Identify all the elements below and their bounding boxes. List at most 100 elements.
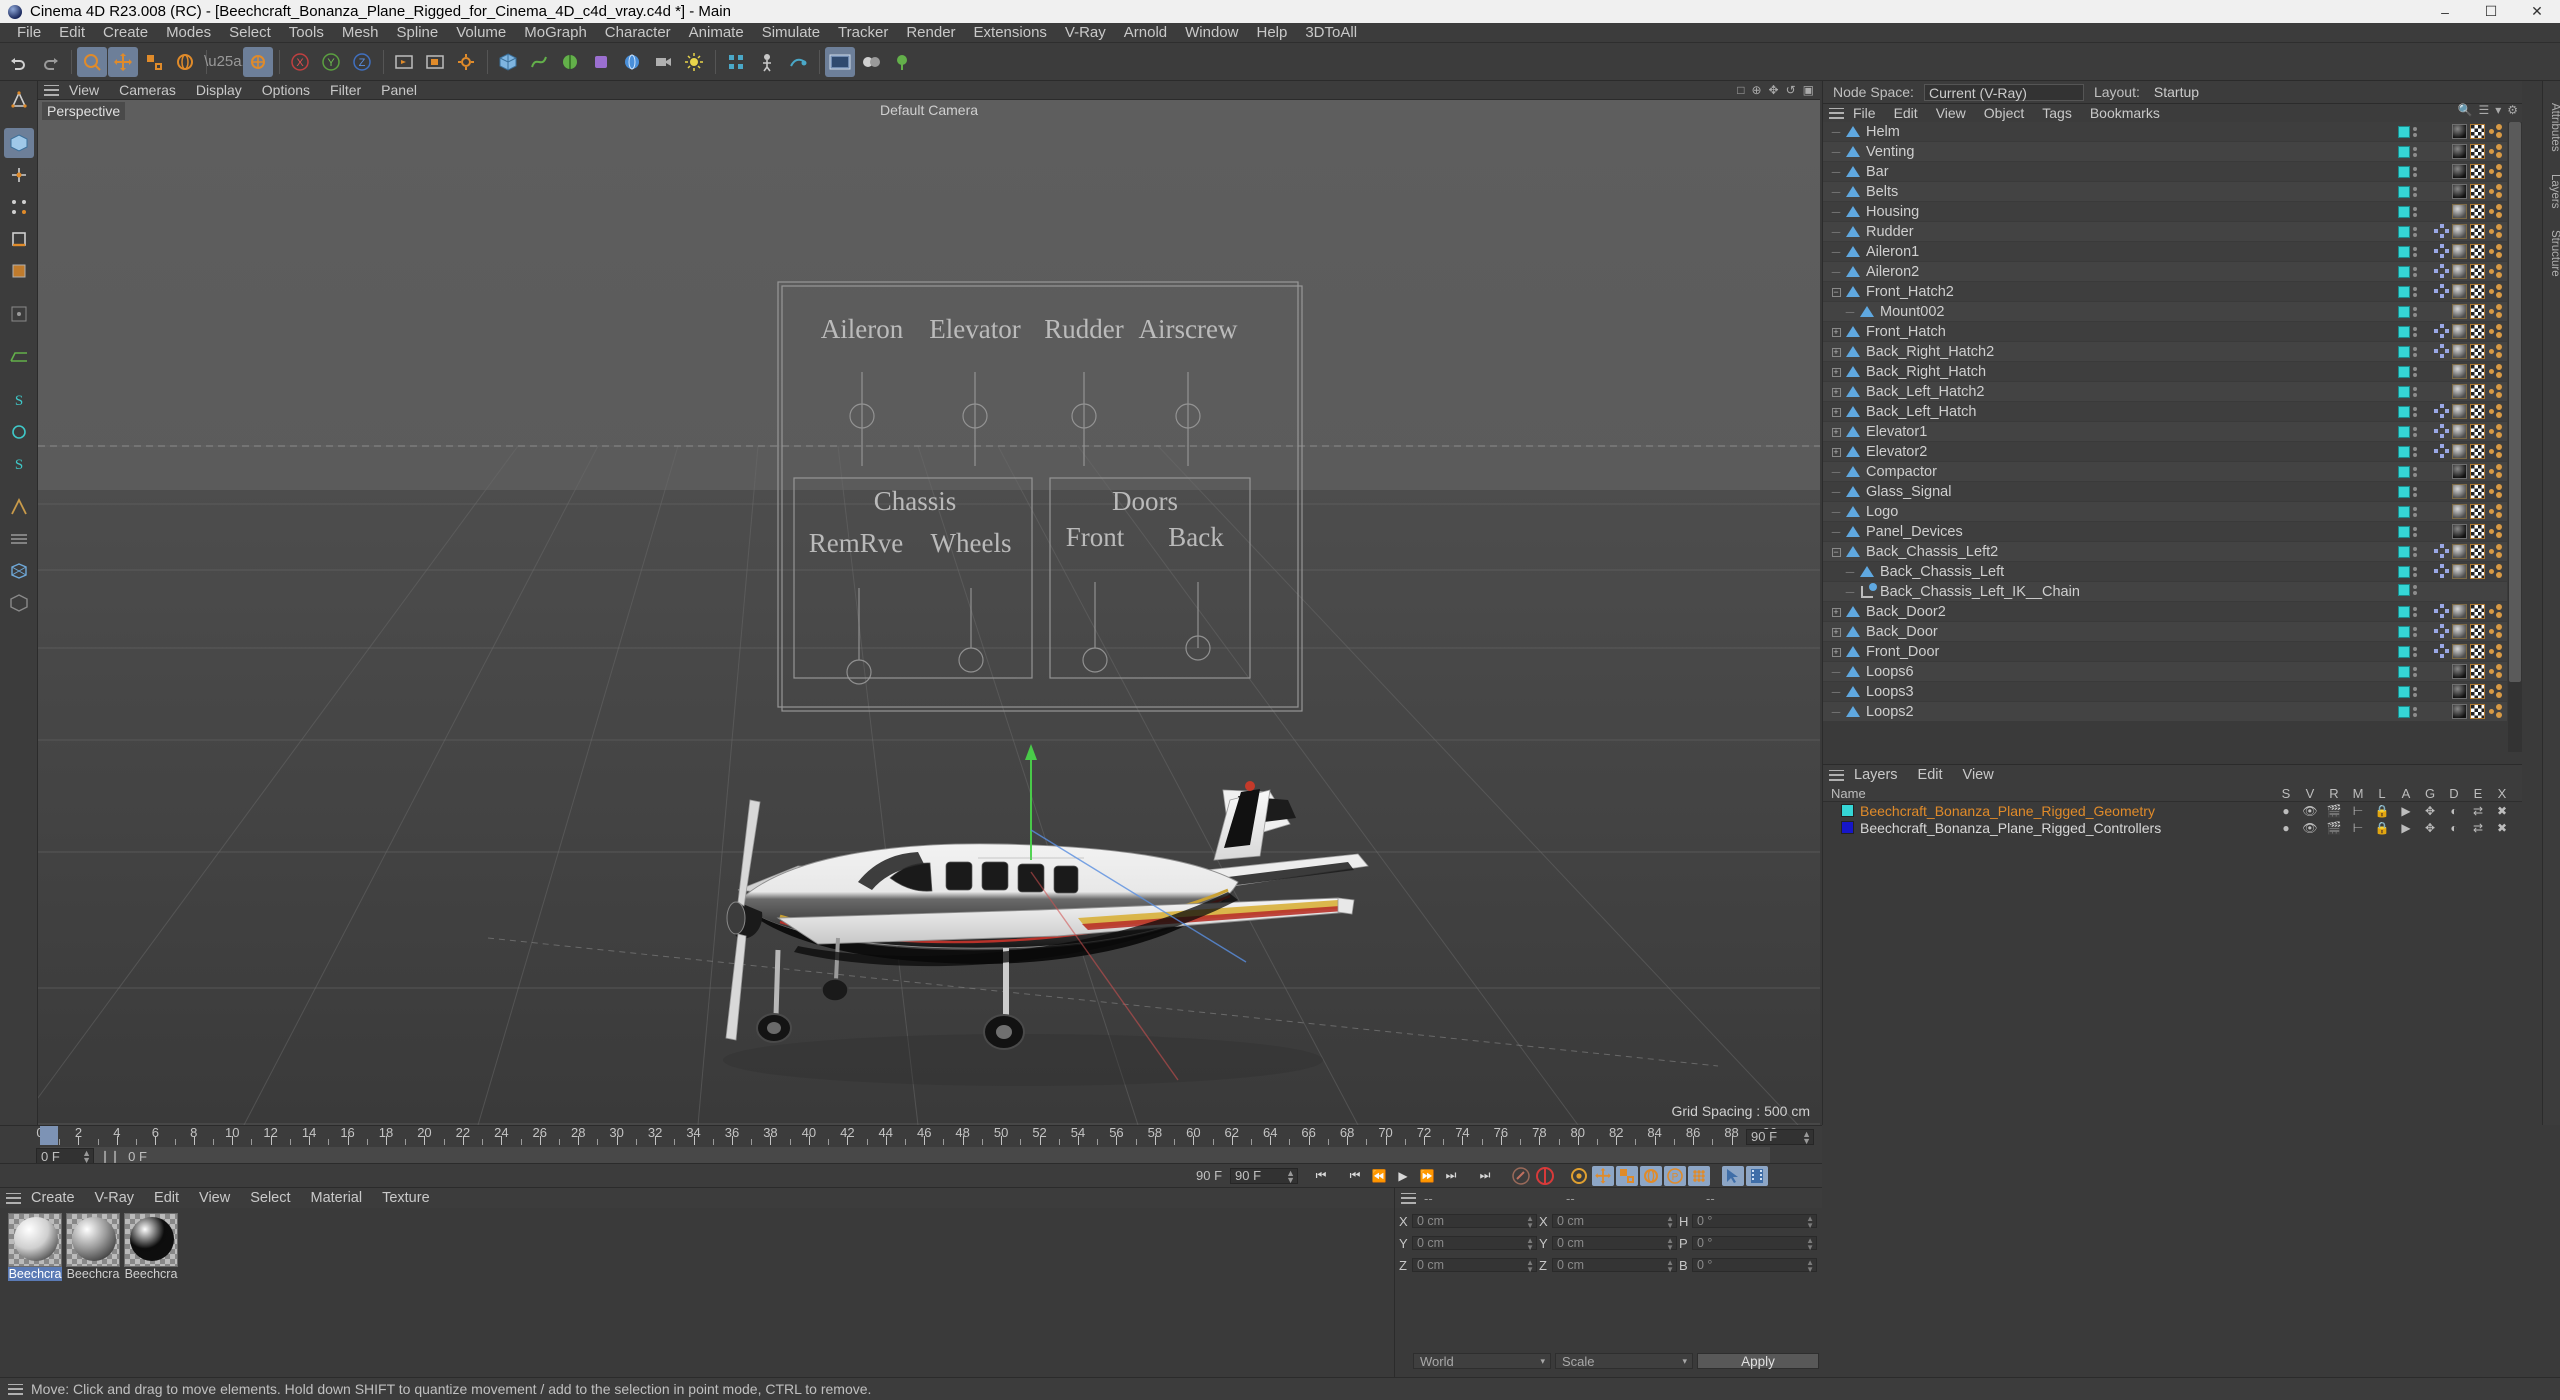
layer-row[interactable]: Beechcraft_Bonanza_Plane_Rigged_Geometry… bbox=[1823, 802, 2522, 819]
object-axis-mode-icon[interactable] bbox=[4, 160, 34, 190]
object-manager-scroll-thumb[interactable] bbox=[2509, 122, 2521, 682]
weight-tag-icon[interactable] bbox=[2488, 644, 2503, 659]
layer-flag-r[interactable]: 🎬 bbox=[2322, 804, 2346, 818]
material-tag-icon[interactable] bbox=[2452, 344, 2467, 359]
material-tag-icon[interactable] bbox=[2452, 124, 2467, 139]
workplane-icon[interactable] bbox=[4, 342, 34, 372]
menu-render[interactable]: Render bbox=[897, 23, 964, 43]
object-name[interactable]: Back_Left_Hatch bbox=[1866, 404, 1976, 420]
weight-tag-icon[interactable] bbox=[2488, 184, 2503, 199]
uvw-tag-icon[interactable] bbox=[2470, 444, 2485, 459]
size-y-input[interactable]: 0 cm ▲ ▼ bbox=[1552, 1236, 1677, 1252]
rotate-tool-icon[interactable] bbox=[170, 47, 200, 77]
add-deformer-icon[interactable] bbox=[586, 47, 616, 77]
step-forward-button[interactable]: ⏩ bbox=[1416, 1166, 1438, 1186]
layer-flag-l[interactable]: 🔒 bbox=[2370, 821, 2394, 835]
layer-color-swatch[interactable] bbox=[2398, 145, 2410, 158]
tree-expand-toggle[interactable]: ─ bbox=[1827, 485, 1845, 499]
viewport-rotate-icon[interactable]: ↺ bbox=[1786, 83, 1796, 97]
object-row[interactable]: − Back_Chassis_Left2 bbox=[1823, 542, 2507, 562]
y-axis-lock-icon[interactable]: Y bbox=[316, 47, 346, 77]
layer-col-d[interactable]: D bbox=[2442, 786, 2466, 801]
visibility-dots-icon[interactable] bbox=[2413, 566, 2418, 577]
add-cube-icon[interactable] bbox=[493, 47, 523, 77]
layer-flag-e[interactable]: ⇄ bbox=[2466, 821, 2490, 835]
object-row[interactable]: + Back_Right_Hatch2 bbox=[1823, 342, 2507, 362]
object-name[interactable]: Front_Hatch2 bbox=[1866, 284, 1954, 300]
visibility-dots-icon[interactable] bbox=[2413, 266, 2418, 277]
material-name[interactable]: Beechcra bbox=[66, 1267, 120, 1281]
object-row[interactable]: ─ Mount002 bbox=[1823, 302, 2507, 322]
material-tag-icon[interactable] bbox=[2452, 304, 2467, 319]
layer-flag-g[interactable]: ✥ bbox=[2418, 821, 2442, 835]
material-tag-icon[interactable] bbox=[2452, 184, 2467, 199]
tree-expand-toggle[interactable]: ─ bbox=[1841, 565, 1859, 579]
material-tag-icon[interactable] bbox=[2452, 504, 2467, 519]
visibility-dots-icon[interactable] bbox=[2413, 366, 2418, 377]
object-row[interactable]: ─ Back_Chassis_Left bbox=[1823, 562, 2507, 582]
material-name[interactable]: Beechcra bbox=[8, 1267, 62, 1281]
menu-simulate[interactable]: Simulate bbox=[753, 23, 829, 43]
menu-window[interactable]: Window bbox=[1176, 23, 1247, 43]
uvw-tag-icon[interactable] bbox=[2470, 284, 2485, 299]
layer-col-e[interactable]: E bbox=[2466, 786, 2490, 801]
make-editable-icon[interactable] bbox=[4, 85, 34, 115]
object-row[interactable]: ─ Belts bbox=[1823, 182, 2507, 202]
layer-color-swatch[interactable] bbox=[2398, 225, 2410, 238]
layer-color-swatch[interactable] bbox=[1841, 821, 1854, 834]
weight-tag-icon[interactable] bbox=[2488, 604, 2503, 619]
record-keyframe-button[interactable] bbox=[1534, 1166, 1556, 1186]
menu-tools[interactable]: Tools bbox=[280, 23, 333, 43]
uvw-tag-icon[interactable] bbox=[2470, 304, 2485, 319]
om-menu-edit[interactable]: Edit bbox=[1885, 105, 1927, 121]
layer-color-swatch[interactable] bbox=[1841, 804, 1854, 817]
weight-tag-icon[interactable] bbox=[2488, 684, 2503, 699]
side-tab-attributes[interactable]: Attributes bbox=[2543, 103, 2560, 152]
tree-expand-toggle[interactable]: ─ bbox=[1827, 205, 1845, 219]
object-name[interactable]: Elevator1 bbox=[1866, 424, 1927, 440]
tree-expand-toggle[interactable]: + bbox=[1827, 606, 1845, 618]
visibility-dots-icon[interactable] bbox=[2413, 326, 2418, 337]
uvw-tag-icon[interactable] bbox=[2470, 164, 2485, 179]
uvw-tag-icon[interactable] bbox=[2470, 424, 2485, 439]
layer-flag-l[interactable]: 🔒 bbox=[2370, 804, 2394, 818]
object-name[interactable]: Back_Door2 bbox=[1866, 604, 1946, 620]
tree-expand-toggle[interactable]: ─ bbox=[1827, 165, 1845, 179]
object-row[interactable]: ─ Rudder bbox=[1823, 222, 2507, 242]
uvw-tag-icon[interactable] bbox=[2470, 604, 2485, 619]
scale-tool-icon[interactable] bbox=[139, 47, 169, 77]
layout-select[interactable]: Startup bbox=[2150, 84, 2240, 101]
object-row[interactable]: − Front_Hatch2 bbox=[1823, 282, 2507, 302]
material-tag-icon[interactable] bbox=[2452, 564, 2467, 579]
object-name[interactable]: Belts bbox=[1866, 184, 1898, 200]
tree-expand-toggle[interactable]: ─ bbox=[1841, 585, 1859, 599]
keyframe-settings-button[interactable] bbox=[1568, 1166, 1590, 1186]
visibility-dots-icon[interactable] bbox=[2413, 506, 2418, 517]
quantize-icon[interactable] bbox=[4, 417, 34, 447]
object-name[interactable]: Loops6 bbox=[1866, 664, 1914, 680]
object-name[interactable]: Glass_Signal bbox=[1866, 484, 1951, 500]
material-tag-icon[interactable] bbox=[2452, 164, 2467, 179]
object-row[interactable]: + Front_Door bbox=[1823, 642, 2507, 662]
menu-mograph[interactable]: MoGraph bbox=[515, 23, 596, 43]
vertex-map-tag-icon[interactable] bbox=[2434, 284, 2449, 299]
object-name[interactable]: Aileron2 bbox=[1866, 264, 1919, 280]
vertex-map-tag-icon[interactable] bbox=[2434, 424, 2449, 439]
weight-tag-icon[interactable] bbox=[2488, 124, 2503, 139]
layer-menu-layers[interactable]: Layers bbox=[1844, 767, 1908, 783]
polygon-mode-icon[interactable] bbox=[4, 256, 34, 286]
weight-tag-icon[interactable] bbox=[2488, 564, 2503, 579]
vertex-map-tag-icon[interactable] bbox=[2434, 264, 2449, 279]
weight-tag-icon[interactable] bbox=[2488, 484, 2503, 499]
object-row[interactable]: ─ Glass_Signal bbox=[1823, 482, 2507, 502]
visibility-dots-icon[interactable] bbox=[2413, 486, 2418, 497]
side-tab-structure[interactable]: Structure bbox=[2543, 230, 2560, 277]
visibility-dots-icon[interactable] bbox=[2413, 446, 2418, 457]
layer-flag-v[interactable]: 👁 bbox=[2298, 804, 2322, 818]
goto-next-key-button[interactable]: ⏭ bbox=[1440, 1166, 1462, 1186]
om-menu-tags[interactable]: Tags bbox=[2033, 105, 2081, 121]
apply-button[interactable]: Apply bbox=[1697, 1353, 1819, 1369]
material-tag-icon[interactable] bbox=[2452, 224, 2467, 239]
visibility-dots-icon[interactable] bbox=[2413, 386, 2418, 397]
material-tag-icon[interactable] bbox=[2452, 404, 2467, 419]
